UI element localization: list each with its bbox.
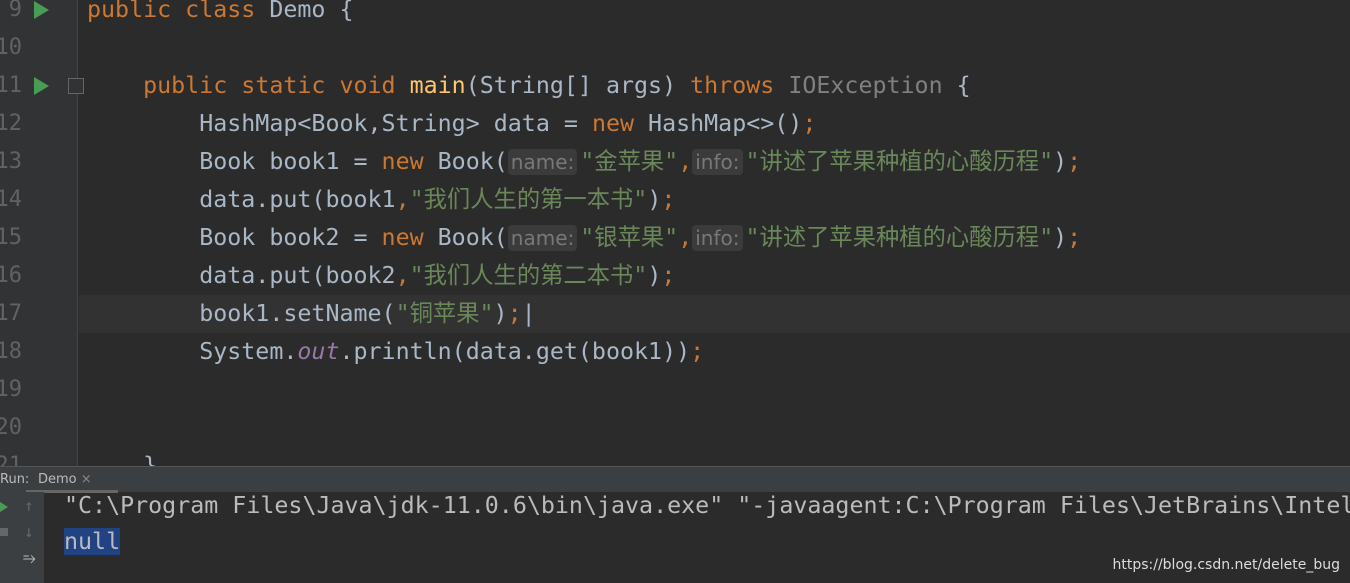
code-token: data.put(book2 [87,262,396,289]
code-token: , [395,262,410,289]
code-token: throws [690,72,789,99]
code-token: "银苹果" [580,224,679,251]
line-number: 16 [0,263,22,288]
code-token: "我们人生的第二本书" [409,262,648,289]
line-number: 17 [0,301,22,326]
code-line[interactable] [87,29,1350,67]
code-token: ) [647,262,662,289]
parameter-hint: name: [507,225,578,251]
code-line[interactable]: public class Demo { [87,0,1350,29]
line-number: 15 [0,225,22,250]
line-number: 13 [0,149,22,174]
code-token: "金苹果" [580,148,679,175]
code-token: Book book1 = [87,148,382,175]
code-token: "我们人生的第一本书" [409,186,648,213]
run-toolbar: ↑ ↓ ⥱ [0,492,44,583]
code-line[interactable] [87,371,1350,409]
code-token: main [409,72,466,99]
code-token: Book book2 = [87,224,382,251]
code-token: "铜苹果" [395,300,494,327]
code-token: ; [507,300,522,327]
code-token: new [381,224,438,251]
code-line[interactable]: Book book2 = new Book(name: "银苹果", info: "讲… [87,219,1350,257]
code-token: "讲述了苹果种植的心酸历程" [745,148,1054,175]
close-icon[interactable]: × [81,472,92,487]
run-icon[interactable] [34,77,49,95]
code-line[interactable]: Book book1 = new Book(name: "金苹果", info: "讲… [87,143,1350,181]
code-token: ) [647,186,662,213]
line-number: 18 [0,339,22,364]
run-icon[interactable] [34,1,49,19]
parameter-hint: info: [692,225,743,251]
code-token: (String[] args) [465,72,691,99]
code-token: new [591,110,649,137]
code-token: , [678,224,693,251]
code-token: HashMap<Book,String> data = [87,110,592,137]
code-editor[interactable]: 9 10 11 12 13 14 15 16 17 18 19 20 21 public class D… [0,0,1350,466]
code-line[interactable]: book1.setName("铜苹果");| [79,295,1350,333]
code-token: public static void [143,72,410,99]
code-token: HashMap<>() [648,110,803,137]
code-token: Book( [437,224,508,251]
run-label: Run: [0,472,30,487]
code-line[interactable]: HashMap<Book,String> data = new HashMap<… [87,105,1350,143]
code-line[interactable] [87,409,1350,447]
code-token: book1.setName( [87,300,396,327]
code-token: new [381,148,438,175]
code-token: public class [87,0,270,23]
console-line: "C:\Program Files\Java\jdk-11.0.6\bin\ja… [64,492,1350,519]
code-line[interactable]: data.put(book2,"我们人生的第二本书"); [87,257,1350,295]
line-number: 21 [0,453,22,466]
soft-wrap-icon[interactable]: ⥱ [23,548,36,568]
code-token: Demo { [269,0,354,23]
code-token: IOException [788,72,943,99]
code-token: ; [661,186,676,213]
code-token: "讲述了苹果种植的心酸历程" [745,224,1054,251]
line-number: 12 [0,111,22,136]
rerun-icon[interactable] [0,502,8,512]
code-token: , [678,148,693,175]
code-token: , [395,186,410,213]
up-arrow-icon[interactable]: ↑ [24,496,34,515]
code-token: Book( [437,148,508,175]
line-number: 14 [0,187,22,212]
line-number: 10 [0,35,22,60]
code-token: | [521,300,536,327]
code-token: { [942,72,971,99]
tab-label: Demo [38,472,77,487]
code-token: ) [1053,148,1068,175]
code-token: data.put(book1 [87,186,396,213]
watermark: https://blog.csdn.net/delete_bug [1112,557,1340,573]
code-line[interactable]: System.out.println(data.get(book1)); [87,333,1350,371]
code-token: ; [1067,224,1082,251]
parameter-hint: info: [692,149,743,175]
fold-icon[interactable] [68,78,84,94]
code-token: ) [1053,224,1068,251]
code-token: System. [87,338,298,365]
line-number: 20 [0,415,22,440]
code-token: ; [661,262,676,289]
code-token: out [297,338,340,365]
line-number: 9 [8,0,22,22]
console-line-selected[interactable]: null [64,528,121,555]
code-line[interactable]: data.put(book1,"我们人生的第一本书"); [87,181,1350,219]
code-line[interactable]: } [87,447,1350,466]
code-token: .println(data.get(book1)) [339,338,691,365]
line-number: 19 [0,377,22,402]
code-token: ) [493,300,508,327]
line-number: 11 [0,73,22,98]
code-token: ; [690,338,705,365]
stop-icon[interactable] [0,528,8,536]
down-arrow-icon[interactable]: ↓ [24,522,34,541]
code-token: ; [802,110,817,137]
code-line[interactable]: public static void main(String[] args) t… [87,67,1350,105]
code-token: } [87,452,158,466]
gutter: 9 10 11 12 13 14 15 16 17 18 19 20 21 [0,0,84,466]
parameter-hint: name: [507,149,578,175]
code-token: ; [1067,148,1082,175]
